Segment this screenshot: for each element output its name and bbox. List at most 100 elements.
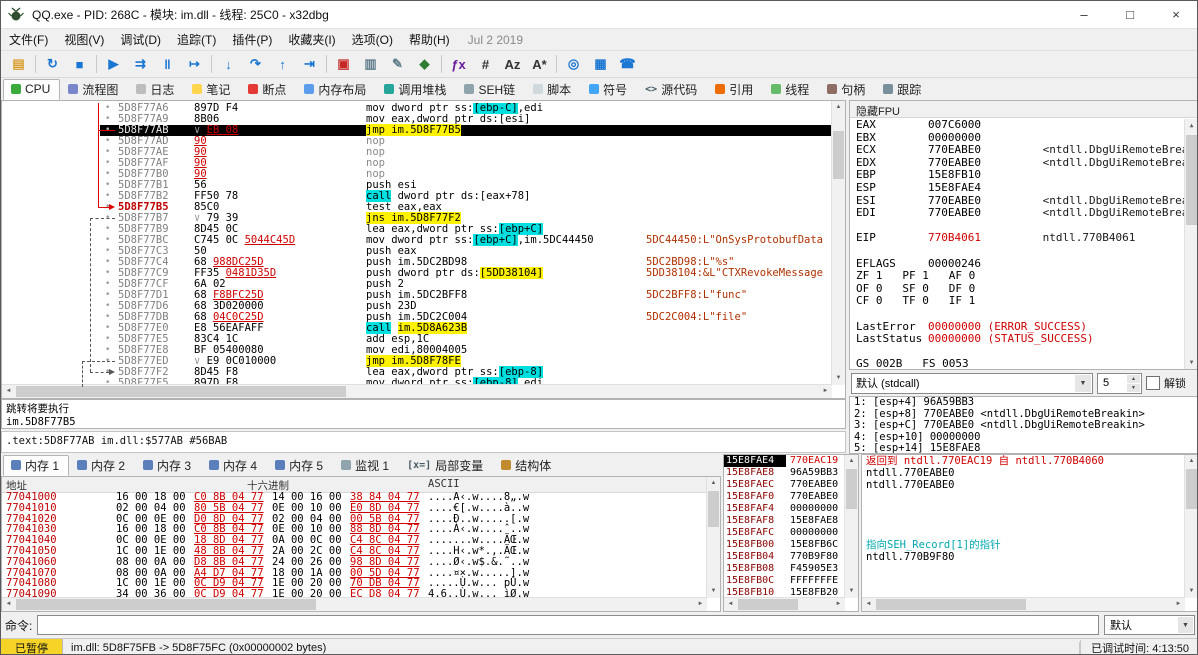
menu-item[interactable]: 文件(F) — [1, 29, 56, 51]
register-line[interactable]: EAX 007C6000 — [850, 119, 1185, 132]
tab-cpu[interactable]: CPU — [3, 79, 61, 100]
spinner-down-icon[interactable]: ▼ — [1127, 383, 1140, 392]
breakpoint-dot-icon[interactable]: • — [105, 334, 110, 345]
register-line[interactable]: EDX770EABE0 <ntdll.DbgUiRemoteBreakin> — [850, 156, 1185, 170]
tab-call-stack[interactable]: 调用堆栈 — [376, 79, 456, 100]
scroll-left-icon[interactable]: ◄ — [862, 598, 875, 611]
scrollbar-thumb[interactable] — [876, 599, 1026, 610]
breakpoint-dot-icon[interactable]: • — [105, 114, 110, 125]
stack-row[interactable]: 15E8FAF4 00000000 — [724, 503, 847, 515]
scroll-down-icon[interactable]: ▼ — [845, 585, 858, 598]
pause-button[interactable]: ‖ — [154, 52, 181, 77]
patch-button[interactable]: ✎ — [384, 52, 411, 77]
tab-memory-3[interactable]: 内存 3 — [135, 455, 201, 476]
command-profile-select[interactable]: 默认 ▼ — [1104, 615, 1195, 635]
tab-memory-2[interactable]: 内存 2 — [69, 455, 135, 476]
tab-locals[interactable]: [x=] 局部变量 — [399, 455, 493, 476]
scroll-down-icon[interactable]: ▼ — [832, 372, 845, 385]
scrollbar-thumb[interactable] — [16, 386, 346, 397]
tab-script[interactable]: 脚本 — [525, 79, 581, 100]
v-scrollbar[interactable]: ▲ ▼ — [1184, 119, 1197, 369]
breakpoint-dot-icon[interactable]: • — [105, 158, 110, 169]
breakpoint-dot-icon[interactable]: • — [105, 169, 110, 180]
stack-row[interactable]: 15E8FAF0 770EABE0 — [724, 491, 847, 503]
stack-row[interactable]: 15E8FB00 15E8FB6C — [724, 539, 847, 551]
tab-watch-1[interactable]: 监视 1 — [333, 455, 399, 476]
run-to-user-button[interactable]: ↦ — [181, 52, 208, 77]
step-out-button[interactable]: ↑ — [269, 52, 296, 77]
register-line[interactable]: EDI 770EABE0 <ntdll.DbgUiRemoteBreakin> — [850, 206, 1185, 220]
menu-item[interactable]: 追踪(T) — [169, 29, 224, 51]
breakpoint-dot-icon[interactable]: • — [105, 345, 110, 356]
tab-breakpoints[interactable]: 断点 — [240, 79, 296, 100]
menu-item[interactable]: 选项(O) — [344, 29, 401, 51]
open-file-button[interactable]: ▤ — [5, 52, 32, 77]
breakpoint-dot-icon[interactable]: • — [105, 136, 110, 147]
tab-source[interactable]: <> 源代码 — [637, 79, 707, 100]
memory-row[interactable]: 77041010 02 00 04 00 80 5B 04 77 0E 00 10 0… — [2, 502, 709, 514]
stack-row[interactable]: 15E8FB08 F45905E3 — [724, 563, 847, 575]
scroll-up-icon[interactable]: ▲ — [1185, 119, 1197, 132]
scroll-down-icon[interactable]: ▼ — [1185, 356, 1197, 369]
execute-till-return-button[interactable]: ⇥ — [296, 52, 323, 77]
tab-threads[interactable]: 线程 — [763, 79, 819, 100]
tab-symbols[interactable]: 符号 — [581, 79, 637, 100]
chevron-down-icon[interactable]: ▼ — [1075, 374, 1091, 392]
scrollbar-thumb[interactable] — [738, 599, 798, 610]
register-line[interactable]: CF 0 TF 0 IF 1 — [850, 295, 1185, 308]
tab-trace[interactable]: 跟踪 — [875, 79, 931, 100]
scroll-up-icon[interactable]: ▲ — [1185, 455, 1197, 468]
menu-item[interactable]: 插件(P) — [224, 29, 280, 51]
hide-fpu-button[interactable]: 隐藏FPU — [850, 101, 1197, 118]
memory-row[interactable]: 77041060 08 00 0A 00 D8 8B 04 77 24 00 26 0… — [2, 556, 709, 568]
chip-button[interactable]: ▦ — [587, 52, 614, 77]
memory-map-button[interactable]: ▥ — [357, 52, 384, 77]
scroll-down-icon[interactable]: ▼ — [1185, 585, 1197, 598]
menu-item[interactable]: 帮助(H) — [401, 29, 458, 51]
stack-row[interactable]: 15E8FAFC 00000000 — [724, 527, 847, 539]
breakpoint-dot-icon[interactable]: • — [105, 103, 110, 114]
tab-memory-5[interactable]: 内存 5 — [267, 455, 333, 476]
tab-memory-4[interactable]: 内存 4 — [201, 455, 267, 476]
v-scrollbar[interactable]: ▲ ▼ — [831, 101, 845, 385]
hash-button[interactable]: # — [472, 52, 499, 77]
breakpoint-dot-icon[interactable]: • — [105, 235, 110, 246]
register-line[interactable] — [850, 308, 1185, 321]
scroll-down-icon[interactable]: ▼ — [707, 585, 720, 598]
arg-count-spinner[interactable]: 5 ▲ ▼ — [1097, 372, 1142, 394]
h-scrollbar[interactable]: ◄ ► — [2, 384, 832, 398]
az-button[interactable]: Az — [499, 52, 526, 77]
shield-button[interactable]: ◆ — [411, 52, 438, 77]
h-scrollbar[interactable]: ◄ ► — [862, 597, 1185, 611]
breakpoint-toolbar-button[interactable]: ▣ — [330, 52, 357, 77]
spinner-up-icon[interactable]: ▲ — [1127, 374, 1140, 383]
stack-row[interactable]: 15E8FAF8 15E8FAE8 — [724, 515, 847, 527]
calling-convention-select[interactable]: 默认 (stdcall) ▼ — [851, 372, 1093, 394]
tab-notes[interactable]: 笔记 — [184, 79, 240, 100]
maximize-button[interactable]: □ — [1107, 1, 1153, 28]
run-button[interactable]: ▶ — [100, 52, 127, 77]
tab-graph[interactable]: 流程图 — [60, 79, 128, 100]
scroll-left-icon[interactable]: ◄ — [724, 598, 737, 611]
restart-button[interactable]: ↻ — [39, 52, 66, 77]
breakpoint-dot-icon[interactable]: • — [105, 312, 110, 323]
breakpoint-dot-icon[interactable]: • — [105, 246, 110, 257]
tab-seh[interactable]: SEH链 — [456, 79, 525, 100]
stack-row[interactable]: 15E8FAEC 770EABE0 — [724, 479, 847, 491]
run-alt-button[interactable]: ⇉ — [127, 52, 154, 77]
chevron-down-icon[interactable]: ▼ — [1178, 617, 1193, 633]
breakpoint-dot-icon[interactable]: • — [105, 290, 110, 301]
scrollbar-thumb[interactable] — [846, 469, 857, 509]
terminate-button[interactable]: ■ — [66, 52, 93, 77]
scroll-left-icon[interactable]: ◄ — [2, 598, 15, 611]
scrollbar-thumb[interactable] — [16, 599, 316, 610]
scroll-up-icon[interactable]: ▲ — [832, 101, 845, 114]
tab-log[interactable]: 日志 — [128, 79, 184, 100]
stack-row[interactable]: 15E8FAE8 96A59BB3 — [724, 467, 847, 479]
menu-item[interactable]: 收藏夹(I) — [280, 29, 343, 51]
stack-row[interactable]: 15E8FB04 770B9F80 — [724, 551, 847, 563]
argument-line[interactable]: 5: [esp+14] 15E8FAE8 — [850, 442, 1197, 453]
h-scrollbar[interactable]: ◄ ► — [724, 597, 845, 611]
register-line[interactable]: GS 002B FS 0053 — [850, 357, 1185, 369]
minimize-button[interactable]: – — [1061, 1, 1107, 28]
